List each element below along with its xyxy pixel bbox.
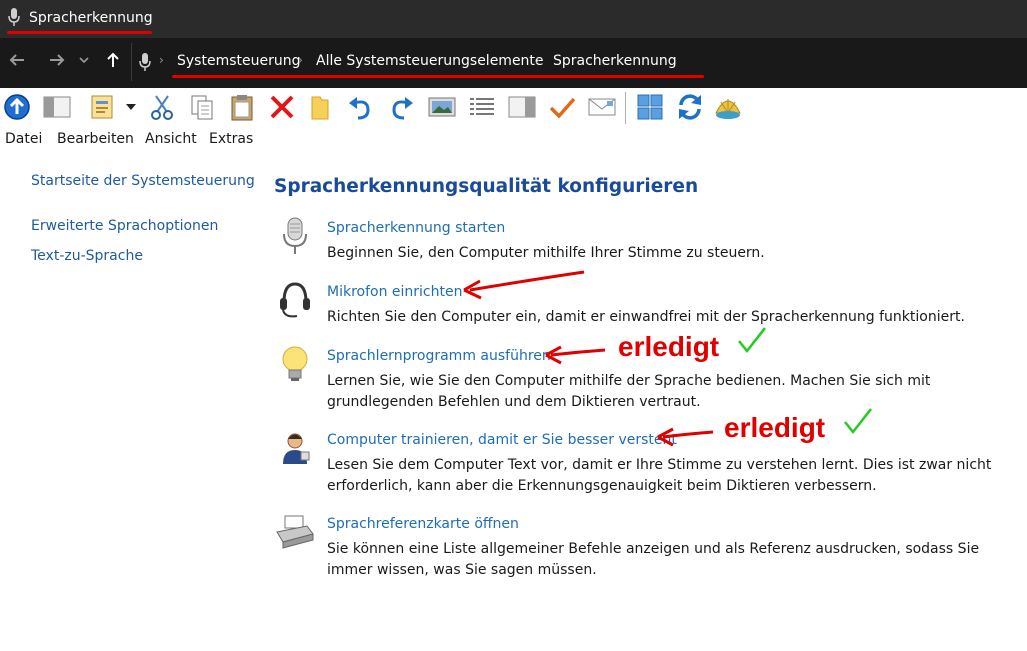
breadcrumb-spracherkennung[interactable]: Spracherkennung	[553, 53, 677, 69]
printer-icon	[276, 515, 314, 549]
toolbar-separator	[625, 92, 626, 124]
cut-icon[interactable]	[147, 92, 177, 122]
task-link-open-reference-card[interactable]: Sprachreferenzkarte öffnen	[327, 516, 519, 532]
task-description: Lesen Sie dem Computer Text vor, damit e…	[327, 457, 992, 494]
task-description: Lernen Sie, wie Sie den Computer mithilf…	[327, 373, 931, 410]
preview-pane-icon[interactable]	[507, 92, 537, 122]
properties-icon[interactable]	[88, 92, 118, 122]
menu-ansicht[interactable]: Ansicht	[145, 131, 197, 147]
folder-icon[interactable]	[305, 92, 335, 122]
recent-locations-chevron-icon[interactable]	[76, 50, 92, 72]
dropdown-arrow-icon[interactable]	[122, 92, 140, 122]
title-bar: Spracherkennung	[0, 0, 1027, 38]
window-title: Spracherkennung	[29, 10, 153, 26]
copy-icon[interactable]	[187, 92, 217, 122]
undo-icon[interactable]	[345, 92, 375, 122]
mail-icon[interactable]	[587, 92, 617, 122]
details-view-icon[interactable]	[467, 92, 497, 122]
breadcrumb-separator-icon[interactable]: ›	[535, 53, 540, 67]
menu-datei[interactable]: Datei	[5, 131, 42, 147]
page-title: Spracherkennungsqualität konfigurieren	[274, 176, 699, 197]
checkmark-icon[interactable]	[547, 92, 577, 122]
breadcrumb-separator-icon[interactable]: ›	[298, 53, 303, 67]
navigation-bar: › Systemsteuerung › Alle Systemsteuerung…	[0, 38, 1027, 88]
menu-bearbeiten[interactable]: Bearbeiten	[57, 131, 134, 147]
task-description: Sie können eine Liste allgemeiner Befehl…	[327, 541, 980, 578]
shell-icon[interactable]	[713, 92, 743, 122]
task-link-run-tutorial[interactable]: Sprachlernprogramm ausführen	[327, 348, 551, 364]
address-bar[interactable]: › Systemsteuerung › Alle Systemsteuerung…	[131, 43, 1027, 81]
refresh-icon[interactable]	[675, 92, 705, 122]
user-speaking-icon	[283, 433, 310, 464]
image-view-icon[interactable]	[427, 92, 457, 122]
annotation-underline	[7, 31, 152, 34]
task-description: Richten Sie den Computer ein, damit er e…	[327, 309, 965, 325]
back-arrow-icon[interactable]	[6, 50, 28, 72]
sidebar-link-home[interactable]: Startseite der Systemsteuerung	[31, 173, 255, 189]
task-link-train-computer[interactable]: Computer trainieren, damit er Sie besser…	[327, 432, 677, 448]
task-description: Beginnen Sie, den Computer mithilfe Ihre…	[327, 245, 765, 261]
sidebar-link-advanced-speech[interactable]: Erweiterte Sprachoptionen	[31, 218, 218, 234]
redo-icon[interactable]	[387, 92, 417, 122]
headset-icon	[280, 282, 310, 318]
annotation-arrow	[545, 345, 606, 365]
microphone-icon	[283, 217, 307, 254]
paste-icon[interactable]	[227, 92, 257, 122]
lightbulb-icon	[282, 346, 308, 381]
annotation-underline	[172, 75, 704, 78]
breadcrumb-alle-elemente[interactable]: Alle Systemsteuerungselemente	[316, 53, 544, 69]
menu-bar: Datei Bearbeiten Ansicht Extras	[0, 128, 1027, 152]
breadcrumb-systemsteuerung[interactable]: Systemsteuerung	[177, 53, 300, 69]
breadcrumb-separator-icon[interactable]: ›	[159, 53, 164, 67]
annotation-checkmark-icon	[738, 327, 766, 354]
annotation-arrow	[463, 270, 585, 300]
menu-extras[interactable]: Extras	[209, 131, 253, 147]
up-arrow-icon[interactable]	[102, 50, 124, 72]
annotation-label: erledigt	[618, 331, 720, 362]
sidebar-link-text-to-speech[interactable]: Text-zu-Sprache	[31, 248, 143, 264]
microphone-icon	[139, 53, 151, 71]
task-link-setup-microphone[interactable]: Mikrofon einrichten	[327, 284, 462, 300]
annotation-label: erledigt	[724, 412, 826, 443]
forward-arrow-icon[interactable]	[46, 50, 68, 72]
toolbar	[0, 88, 1027, 128]
task-link-start-recognition[interactable]: Spracherkennung starten	[327, 220, 505, 236]
up-level-icon[interactable]	[2, 92, 32, 122]
tiles-icon[interactable]	[635, 92, 665, 122]
delete-icon[interactable]	[267, 92, 297, 122]
pane-icon[interactable]	[42, 92, 72, 122]
microphone-icon	[8, 8, 20, 26]
